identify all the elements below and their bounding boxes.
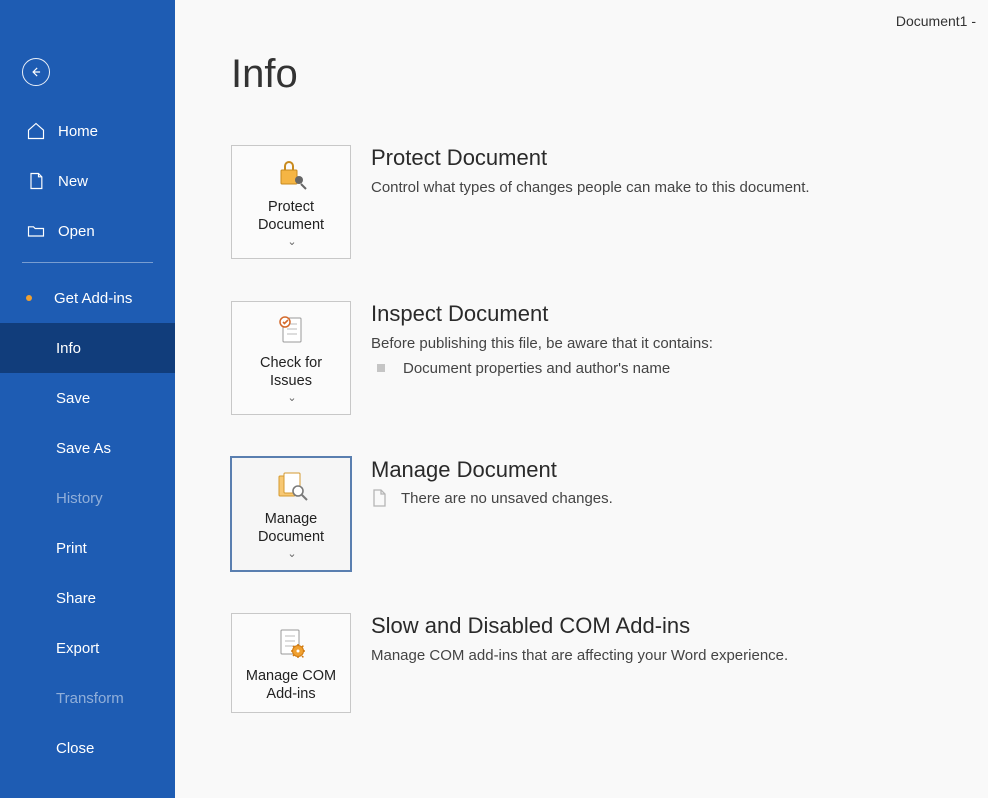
section-inspect: Check for Issues ⌄ Inspect Document Befo… <box>231 301 988 415</box>
nav-new[interactable]: New <box>0 156 175 206</box>
nav-label: Transform <box>56 690 124 707</box>
chevron-down-icon: ⌄ <box>287 392 296 406</box>
nav-history: History <box>0 473 175 523</box>
nav-label: Close <box>56 740 94 757</box>
checklist-icon <box>271 312 311 348</box>
tile-label: Protect Document <box>238 198 344 234</box>
section-title: Protect Document <box>371 145 988 171</box>
nav-export[interactable]: Export <box>0 623 175 673</box>
nav-label: Get Add-ins <box>54 290 132 307</box>
lock-shield-icon <box>271 156 311 192</box>
manage-com-addins-tile[interactable]: Manage COM Add-ins <box>231 613 351 713</box>
tile-label: Check for Issues <box>238 354 344 390</box>
section-protect: Protect Document ⌄ Protect Document Cont… <box>231 145 988 259</box>
nav-save-as[interactable]: Save As <box>0 423 175 473</box>
nav-primary-group: Home New Open <box>0 106 175 256</box>
documents-search-icon <box>271 468 311 504</box>
section-title: Inspect Document <box>371 301 988 327</box>
nav-label: Home <box>58 123 98 140</box>
nav-label: Info <box>56 340 81 357</box>
nav-divider <box>22 262 153 263</box>
nav-label: New <box>58 173 88 190</box>
nav-save[interactable]: Save <box>0 373 175 423</box>
manage-document-tile[interactable]: Manage Document ⌄ <box>231 457 351 571</box>
issue-list: Document properties and author's name <box>371 360 988 377</box>
section-title: Slow and Disabled COM Add-ins <box>371 613 988 639</box>
nav-info[interactable]: Info <box>0 323 175 373</box>
page-title: Info <box>231 52 988 97</box>
section-manage: Manage Document ⌄ Manage Document There … <box>231 457 988 571</box>
protect-document-tile[interactable]: Protect Document ⌄ <box>231 145 351 259</box>
nav-get-addins[interactable]: Get Add-ins <box>0 273 175 323</box>
document-outline-icon <box>371 489 387 507</box>
backstage-sidebar: Home New Open Get Add-ins Info Save Save… <box>0 0 175 798</box>
nav-label: Print <box>56 540 87 557</box>
nav-home[interactable]: Home <box>0 106 175 156</box>
nav-transform: Transform <box>0 673 175 723</box>
section-com-addins: Manage COM Add-ins Slow and Disabled COM… <box>231 613 988 713</box>
window-title: Document1 - <box>896 13 976 29</box>
section-title: Manage Document <box>371 457 988 483</box>
nav-label: Share <box>56 590 96 607</box>
nav-label: Save As <box>56 440 111 457</box>
checklist-gear-icon <box>271 625 311 661</box>
bullet-icon <box>26 295 32 301</box>
home-icon <box>26 121 46 141</box>
status-text: There are no unsaved changes. <box>401 490 613 507</box>
nav-label: History <box>56 490 103 507</box>
issue-item: Document properties and author's name <box>371 360 988 377</box>
back-arrow-icon <box>29 65 43 79</box>
back-button[interactable] <box>22 58 50 86</box>
folder-open-icon <box>26 221 46 241</box>
nav-label: Export <box>56 640 99 657</box>
content-area: Document1 - Info Protect Document ⌄ Prot… <box>175 0 988 798</box>
nav-label: Open <box>58 223 95 240</box>
nav-close[interactable]: Close <box>0 723 175 773</box>
nav-share[interactable]: Share <box>0 573 175 623</box>
manage-status-line: There are no unsaved changes. <box>371 489 988 507</box>
nav-label: Save <box>56 390 90 407</box>
nav-print[interactable]: Print <box>0 523 175 573</box>
chevron-down-icon: ⌄ <box>287 236 296 250</box>
section-desc: Manage COM add-ins that are affecting yo… <box>371 645 988 668</box>
nav-open[interactable]: Open <box>0 206 175 256</box>
document-icon <box>26 171 46 191</box>
tile-label: Manage Document <box>238 510 344 546</box>
section-desc: Before publishing this file, be aware th… <box>371 333 988 356</box>
nav-secondary-group: Info Save Save As History Print Share Ex… <box>0 323 175 773</box>
tile-label: Manage COM Add-ins <box>238 667 344 703</box>
chevron-down-icon: ⌄ <box>287 548 296 562</box>
section-desc: Control what types of changes people can… <box>371 177 988 200</box>
check-for-issues-tile[interactable]: Check for Issues ⌄ <box>231 301 351 415</box>
